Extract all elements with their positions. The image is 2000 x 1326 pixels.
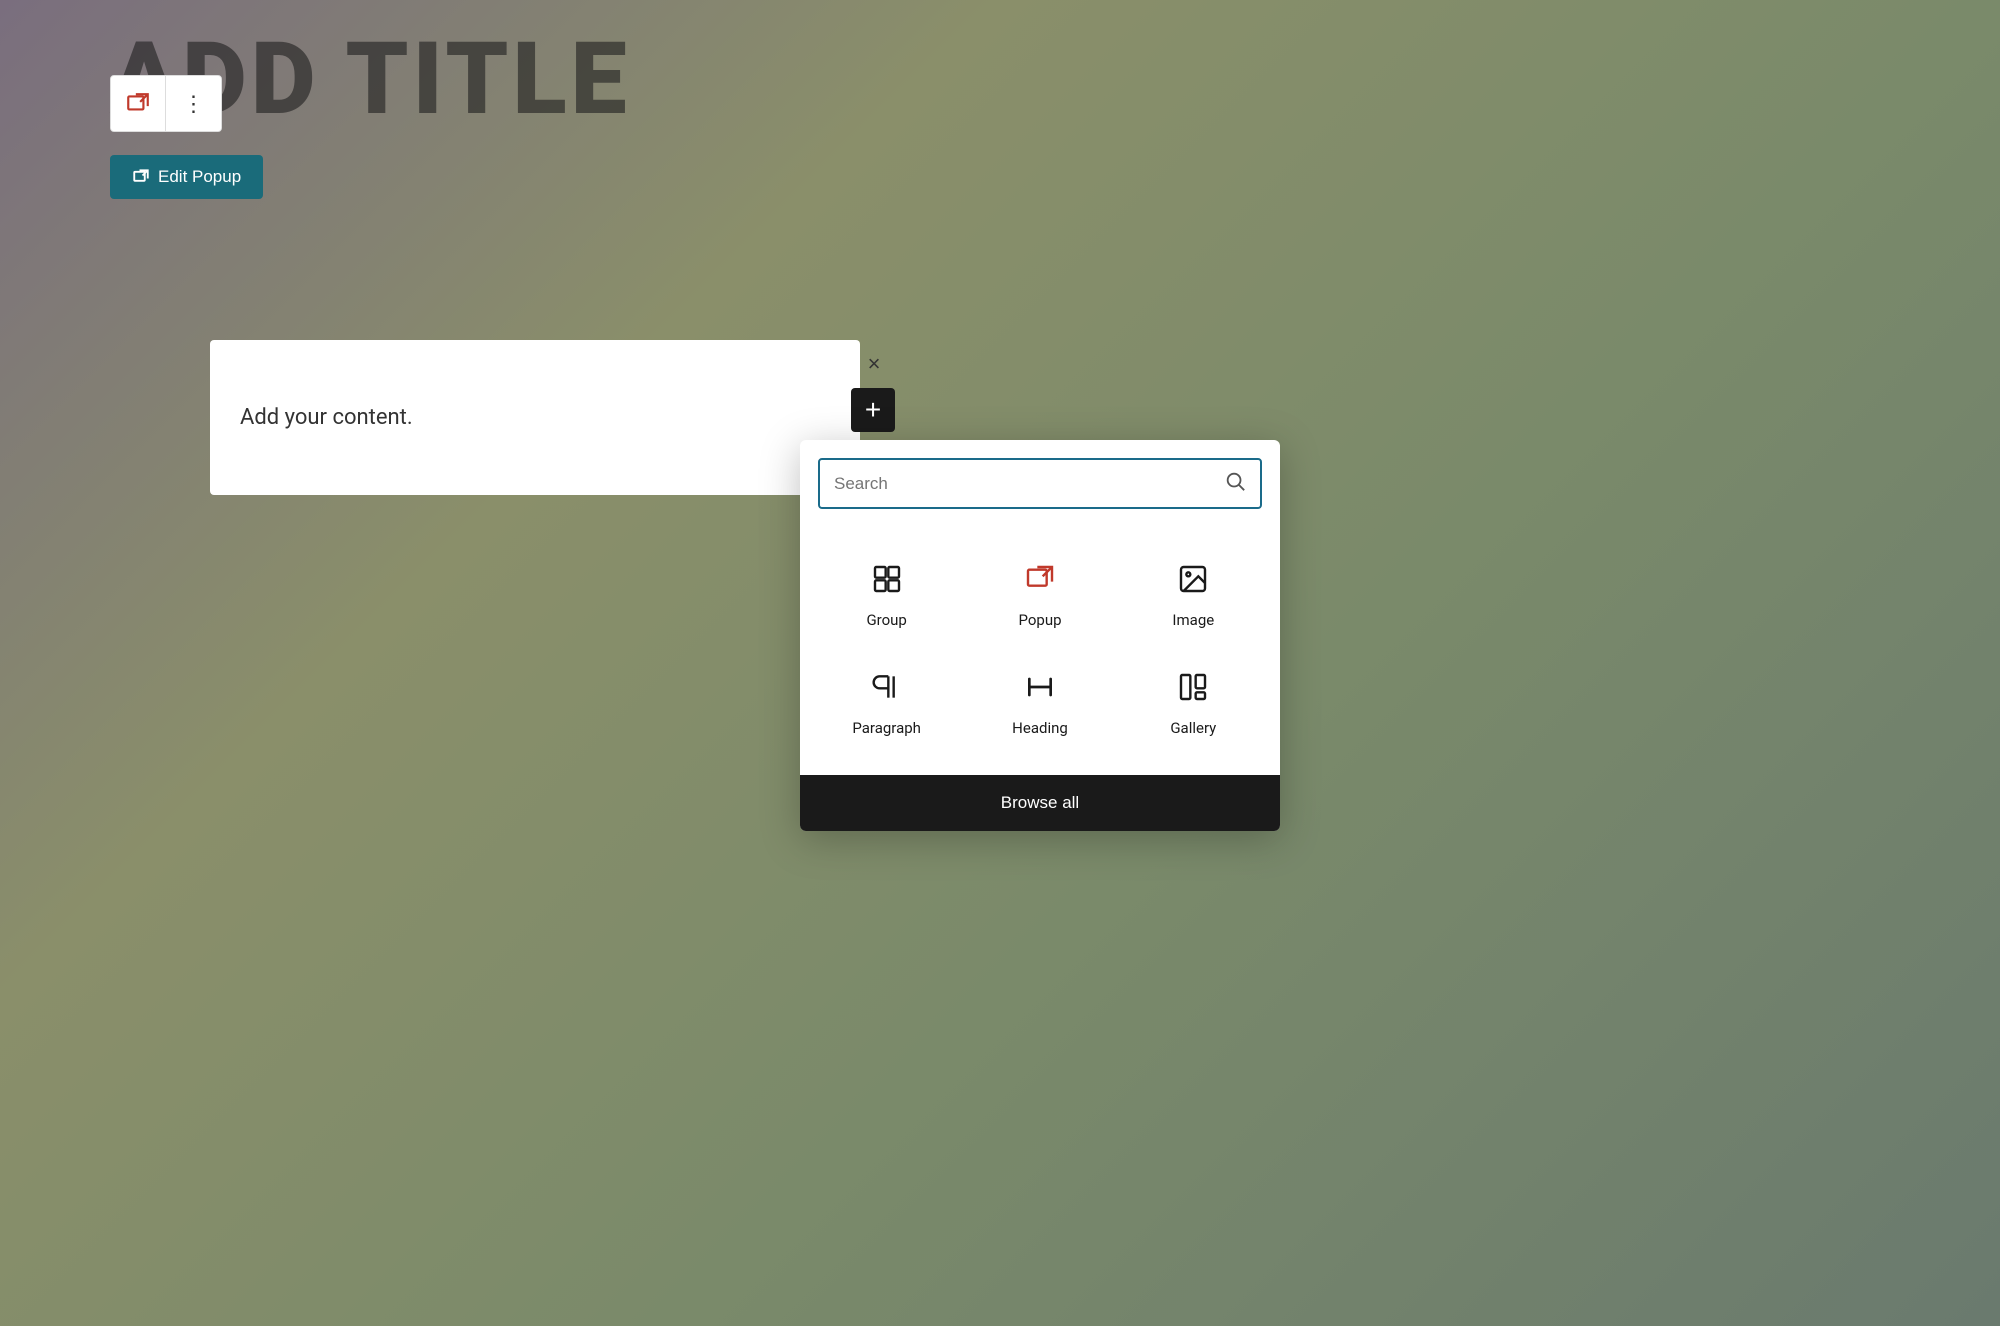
block-item-gallery[interactable]: Gallery [1117, 647, 1270, 755]
gallery-label: Gallery [1170, 719, 1216, 737]
content-block: Add your content. [210, 340, 860, 495]
edit-popup-label: Edit Popup [158, 167, 241, 187]
add-block-button[interactable]: + [851, 388, 895, 432]
content-placeholder: Add your content. [240, 405, 413, 430]
block-item-image[interactable]: Image [1117, 539, 1270, 647]
close-button[interactable]: × [855, 345, 893, 383]
gallery-icon [1171, 665, 1215, 709]
more-options-button[interactable]: ⋮ [166, 76, 221, 131]
search-box [818, 458, 1262, 509]
popup-block-icon [1018, 557, 1062, 601]
block-inserter-panel: Group Popup Image [800, 440, 1280, 831]
ellipsis-icon: ⋮ [183, 91, 205, 117]
block-grid: Group Popup Image [800, 519, 1280, 765]
paragraph-icon [865, 665, 909, 709]
block-item-paragraph[interactable]: Paragraph [810, 647, 963, 755]
plus-icon: + [865, 394, 881, 426]
heading-icon [1018, 665, 1062, 709]
close-icon: × [868, 351, 881, 377]
heading-label: Heading [1012, 719, 1068, 737]
image-label: Image [1172, 611, 1214, 629]
search-container [800, 440, 1280, 519]
group-icon [865, 557, 909, 601]
browse-all-button[interactable]: Browse all [800, 775, 1280, 831]
image-icon [1171, 557, 1215, 601]
block-item-popup[interactable]: Popup [963, 539, 1116, 647]
block-item-heading[interactable]: Heading [963, 647, 1116, 755]
block-item-group[interactable]: Group [810, 539, 963, 647]
popup-icon-button[interactable] [111, 76, 166, 131]
group-label: Group [866, 611, 906, 629]
search-icon [1224, 470, 1246, 497]
popup-label: Popup [1018, 611, 1061, 629]
popup-icon [125, 91, 151, 117]
toolbar-block: ⋮ [110, 75, 222, 132]
external-link-icon [132, 168, 150, 186]
edit-popup-button[interactable]: Edit Popup [110, 155, 263, 199]
paragraph-label: Paragraph [852, 719, 921, 737]
search-input[interactable] [834, 474, 1214, 494]
